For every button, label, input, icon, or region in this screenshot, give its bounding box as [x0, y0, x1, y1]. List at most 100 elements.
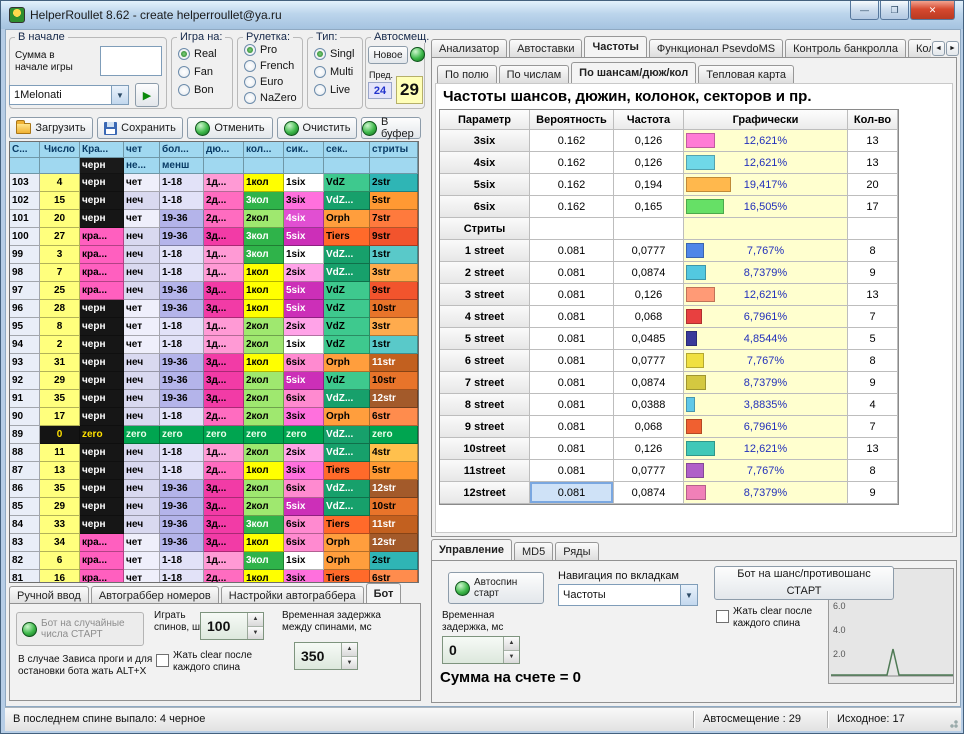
tab-md5[interactable]: MD5 [514, 542, 553, 560]
stepper-up-icon[interactable]: ▲ [504, 637, 519, 651]
freq-row[interactable]: 2 street0.0810,08748,7379%9 [440, 262, 898, 284]
radio-singl[interactable]: Singl [314, 48, 354, 60]
history-row[interactable]: 10120чернчет19-362д...2кол4sixOrph7str [10, 210, 418, 228]
tab-manual-input[interactable]: Ручной ввод [9, 586, 89, 604]
freq-row[interactable]: 6six0.1620,16516,505%17 [440, 196, 898, 218]
history-row[interactable]: 9331черннеч19-363д...1кол6sixOrph11str [10, 354, 418, 372]
history-row[interactable]: 9628чернчет19-363д...1кол5sixVdZ10str [10, 300, 418, 318]
subtab-po-chislam[interactable]: По числам [499, 65, 570, 83]
spins-value[interactable]: 100 [201, 613, 247, 639]
undo-button[interactable]: Отменить [187, 117, 273, 139]
play-button[interactable]: ▶ [135, 83, 159, 107]
history-row[interactable]: 987кра...неч1-181д...1кол2sixVdZ...3str [10, 264, 418, 282]
random-bot-start-button[interactable]: Бот на случайныечисла СТАРТ [16, 612, 144, 646]
freq-row[interactable]: 9 street0.0810,0686,7961%7 [440, 416, 898, 438]
spins-stepper[interactable]: 100 ▲▼ [200, 612, 264, 640]
freq-row[interactable]: 5six0.1620,19419,417%20 [440, 174, 898, 196]
freq-row[interactable]: 8 street0.0810,03883,8835%4 [440, 394, 898, 416]
history-row[interactable]: 9229черннеч19-363д...2кол5sixVdZ10str [10, 372, 418, 390]
buffer-button[interactable]: В буфер [361, 117, 421, 139]
freq-row[interactable]: 4 street0.0810,0686,7961%7 [440, 306, 898, 328]
subtab-po-polyu[interactable]: По полю [437, 65, 497, 83]
freq-row[interactable]: 5 street0.0810,04854,8544%5 [440, 328, 898, 350]
stepper-down-icon[interactable]: ▼ [504, 651, 519, 664]
stepper-down-icon[interactable]: ▼ [342, 657, 357, 670]
radio-french[interactable]: French [244, 60, 294, 72]
history-row[interactable]: 958чернчет1-181д...2кол2sixVdZ3str [10, 318, 418, 336]
chance-bot-start-button[interactable]: Бот на шанс/противошанс СТАРТ [714, 566, 894, 600]
freq-row[interactable]: 1 street0.0810,07777,767%8 [440, 240, 898, 262]
tab-scroll-left-icon[interactable]: ◄ [932, 41, 945, 56]
save-button[interactable]: Сохранить [97, 117, 183, 139]
history-row[interactable]: 8433черннеч19-363д...3кол6sixTiers11str [10, 516, 418, 534]
history-row[interactable]: 9017черннеч1-182д...2кол3sixOrph6str [10, 408, 418, 426]
bot-delay-stepper[interactable]: 350 ▲▼ [294, 642, 358, 670]
history-row[interactable]: 8811черннеч1-181д...2кол2sixVdZ...4str [10, 444, 418, 462]
radio-real[interactable]: Real [178, 48, 217, 60]
history-row[interactable]: 9135черннеч19-363д...2кол6sixVdZ...12str [10, 390, 418, 408]
subtab-teplovaya-karta[interactable]: Тепловая карта [698, 65, 794, 83]
freq-row[interactable]: 7 street0.0810,08748,7379%9 [440, 372, 898, 394]
history-row[interactable]: 8529черннеч19-363д...2кол5sixVdZ...10str [10, 498, 418, 516]
new-offset-button[interactable]: Новое [368, 46, 408, 64]
stepper-up-icon[interactable]: ▲ [248, 613, 263, 627]
tab-chastoty[interactable]: Частоты [584, 36, 646, 57]
maximize-button[interactable]: ❐ [880, 1, 909, 20]
tab-kontrol-bankrolla[interactable]: Контроль банкролла [785, 39, 906, 57]
close-button[interactable]: ✕ [910, 1, 955, 20]
history-row[interactable]: 1034чернчет1-181д...1кол1sixVdZ2str [10, 174, 418, 192]
nav-combo[interactable]: Частоты ▼ [558, 584, 698, 606]
history-table[interactable]: С...ЧислоКра...четбол...дю...кол...сик..… [9, 141, 419, 583]
radio-live[interactable]: Live [314, 84, 350, 96]
freq-row[interactable]: 6 street0.0810,07777,767%8 [440, 350, 898, 372]
tab-analizator[interactable]: Анализатор [431, 39, 507, 57]
tab-bot[interactable]: Бот [366, 583, 402, 604]
bot-clear-checkbox[interactable] [156, 654, 169, 667]
frequencies-table[interactable]: ПараметрВероятностьЧастотаГрафическиКол-… [439, 109, 899, 505]
title-bar[interactable]: HelperRoullet 8.62 - create helperroulle… [1, 1, 963, 29]
freq-row[interactable]: 10street0.0810,12612,621%13 [440, 438, 898, 460]
delay-stepper[interactable]: 0 ▲▼ [442, 636, 520, 664]
freq-row[interactable]: 11street0.0810,07777,767%8 [440, 460, 898, 482]
radio-multi[interactable]: Multi [314, 66, 353, 78]
chevron-down-icon[interactable]: ▼ [111, 86, 128, 104]
tab-scroll-right-icon[interactable]: ► [946, 41, 959, 56]
bot-delay-value[interactable]: 350 [295, 643, 341, 669]
radio-euro[interactable]: Euro [244, 76, 283, 88]
control-clear-checkbox[interactable] [716, 610, 729, 623]
radio-pro[interactable]: Pro [244, 44, 277, 56]
freq-row[interactable]: 12street0.0810,08748,7379%9 [440, 482, 898, 504]
resize-grip[interactable] [946, 716, 958, 728]
tab-koleso[interactable]: Колесо [908, 39, 931, 57]
subtab-po-shansam[interactable]: По шансам/дюж/кол [571, 62, 696, 83]
minimize-button[interactable]: — [850, 1, 879, 20]
radio-nazero[interactable]: NaZero [244, 92, 297, 104]
history-row[interactable]: 8334кра...чет19-363д...1кол6sixOrph12str [10, 534, 418, 552]
tab-funkcional-psevdoms[interactable]: Функционал PsevdoMS [649, 39, 783, 57]
history-row[interactable]: 10027кра...неч19-363д...3кол5sixTiers9st… [10, 228, 418, 246]
tab-avtostavki[interactable]: Автоставки [509, 39, 582, 57]
start-sum-input[interactable] [100, 46, 162, 76]
preset-combo[interactable]: 1Melonati ▼ [9, 85, 129, 105]
autospin-start-button[interactable]: Автоспинстарт [448, 572, 544, 604]
radio-bon[interactable]: Bon [178, 84, 214, 96]
stepper-up-icon[interactable]: ▲ [342, 643, 357, 657]
freq-section-row[interactable]: Стриты [440, 218, 898, 240]
history-row[interactable]: 8713черннеч1-182д...1кол3sixTiers5str [10, 462, 418, 480]
delay-value[interactable]: 0 [443, 637, 503, 663]
tab-upravlenie[interactable]: Управление [431, 539, 512, 560]
history-row[interactable]: 993кра...неч1-181д...3кол1sixVdZ...1str [10, 246, 418, 264]
history-row[interactable]: 8635черннеч19-363д...2кол6sixVdZ...12str [10, 480, 418, 498]
tab-autograbber[interactable]: Автограббер номеров [91, 586, 219, 604]
load-button[interactable]: Загрузить [9, 117, 93, 139]
radio-fan[interactable]: Fan [178, 66, 213, 78]
history-row[interactable]: 10215черннеч1-182д...3кол3sixVdZ...5str [10, 192, 418, 210]
history-row[interactable]: 890zerozerozerozerozerozeroVdZ...zero [10, 426, 418, 444]
freq-row[interactable]: 3 street0.0810,12612,621%13 [440, 284, 898, 306]
history-row[interactable]: 942чернчет1-181д...2кол1sixVdZ1str [10, 336, 418, 354]
freq-row[interactable]: 4six0.1620,12612,621%13 [440, 152, 898, 174]
stepper-down-icon[interactable]: ▼ [248, 627, 263, 640]
clear-button[interactable]: Очистить [277, 117, 357, 139]
chevron-down-icon[interactable]: ▼ [680, 585, 697, 605]
tab-autograbber-settings[interactable]: Настройки автограббера [221, 586, 364, 604]
